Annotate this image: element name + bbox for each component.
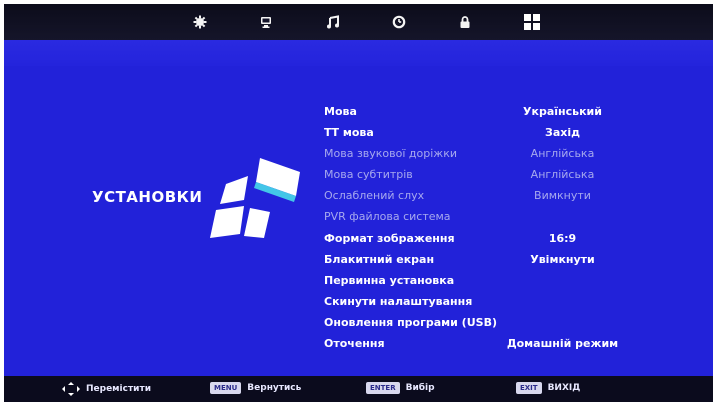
menu-label: Мова: [324, 105, 357, 118]
settings-menu: Мова Український ТТ мова Захід Мова звук…: [324, 102, 624, 355]
hint-exit-text: ВИХІД: [547, 383, 581, 393]
menu-value: Захід: [545, 126, 580, 140]
exit-key-icon: EXIT: [516, 382, 542, 394]
lock-icon[interactable]: [456, 13, 474, 31]
enter-key-icon: ENTER: [366, 382, 400, 394]
menu-value: Англійська: [530, 168, 595, 182]
menu-row-blue-screen[interactable]: Блакитний екран Увімкнути: [324, 250, 624, 271]
hint-move-text: Перемістити: [86, 384, 152, 394]
menu-label: Скинути налаштування: [324, 294, 473, 308]
menu-label: ТТ мова: [324, 126, 374, 140]
menu-label: Ослаблений слух: [324, 189, 425, 203]
menu-row-language[interactable]: Мова Український: [324, 102, 624, 123]
menu-row-audio-language: Мова звукової доріжки Англійська: [324, 144, 624, 165]
hint-move: Перемістити: [62, 382, 151, 396]
hint-back-text: Вернутись: [247, 383, 302, 393]
menu-value: Домашній режим: [506, 337, 619, 351]
header-band: [4, 40, 713, 66]
menu-label: Мова звукової доріжки: [324, 147, 457, 161]
menu-row-software-update-usb[interactable]: Оновлення програми (USB): [324, 313, 624, 334]
music-icon[interactable]: [324, 13, 342, 31]
menu-value: Англійська: [530, 147, 595, 161]
menu-value: 16:9: [548, 231, 577, 245]
menu-row-reset[interactable]: Скинути налаштування: [324, 292, 624, 313]
menu-row-hearing-impaired: Ослаблений слух Вимкнути: [324, 186, 624, 207]
menu-value: Увімкнути: [530, 252, 595, 266]
hint-select: ENTER Вибір: [366, 382, 435, 394]
menu-label: Первинна установка: [324, 273, 455, 287]
navigation-arrows-icon: [62, 382, 80, 396]
picture-icon[interactable]: [191, 13, 209, 31]
tv-screen: УСТАНОВКИ Мова Український ТТ мова Захід…: [4, 4, 713, 402]
menu-label: Формат зображення: [324, 231, 455, 245]
section-title: УСТАНОВКИ: [92, 188, 203, 206]
tv-icon[interactable]: [257, 13, 275, 31]
menu-row-pvr-file-system: PVR файлова система: [324, 207, 624, 228]
menu-label: PVR файлова система: [324, 210, 451, 224]
menu-label: Мова субтитрів: [324, 168, 413, 182]
hint-back: MENU Вернутись: [210, 382, 301, 394]
menu-label: Оновлення програми (USB): [324, 315, 497, 329]
setup-category-icon: [210, 158, 300, 238]
menu-row-first-time-setup[interactable]: Первинна установка: [324, 271, 624, 292]
menu-value: Вимкнути: [534, 189, 591, 203]
hint-select-text: Вибір: [405, 383, 435, 393]
menu-row-aspect-ratio[interactable]: Формат зображення 16:9: [324, 229, 624, 250]
menu-value: Український: [523, 105, 602, 118]
bottom-hint-bar: Перемістити MENU Вернутись ENTER Вибір E…: [4, 376, 713, 402]
menu-row-environment[interactable]: Оточення Домашній режим: [324, 334, 624, 355]
menu-label: Блакитний екран: [324, 252, 435, 266]
menu-row-subtitle-language: Мова субтитрів Англійська: [324, 165, 624, 186]
timer-icon[interactable]: [390, 13, 408, 31]
menu-label: Оточення: [324, 337, 385, 351]
top-menu-bar: [4, 4, 713, 40]
menu-key-icon: MENU: [210, 382, 242, 394]
menu-row-tt-language[interactable]: ТТ мова Захід: [324, 123, 624, 144]
hint-exit: EXIT ВИХІД: [516, 382, 580, 394]
setup-icon[interactable]: [522, 12, 542, 32]
